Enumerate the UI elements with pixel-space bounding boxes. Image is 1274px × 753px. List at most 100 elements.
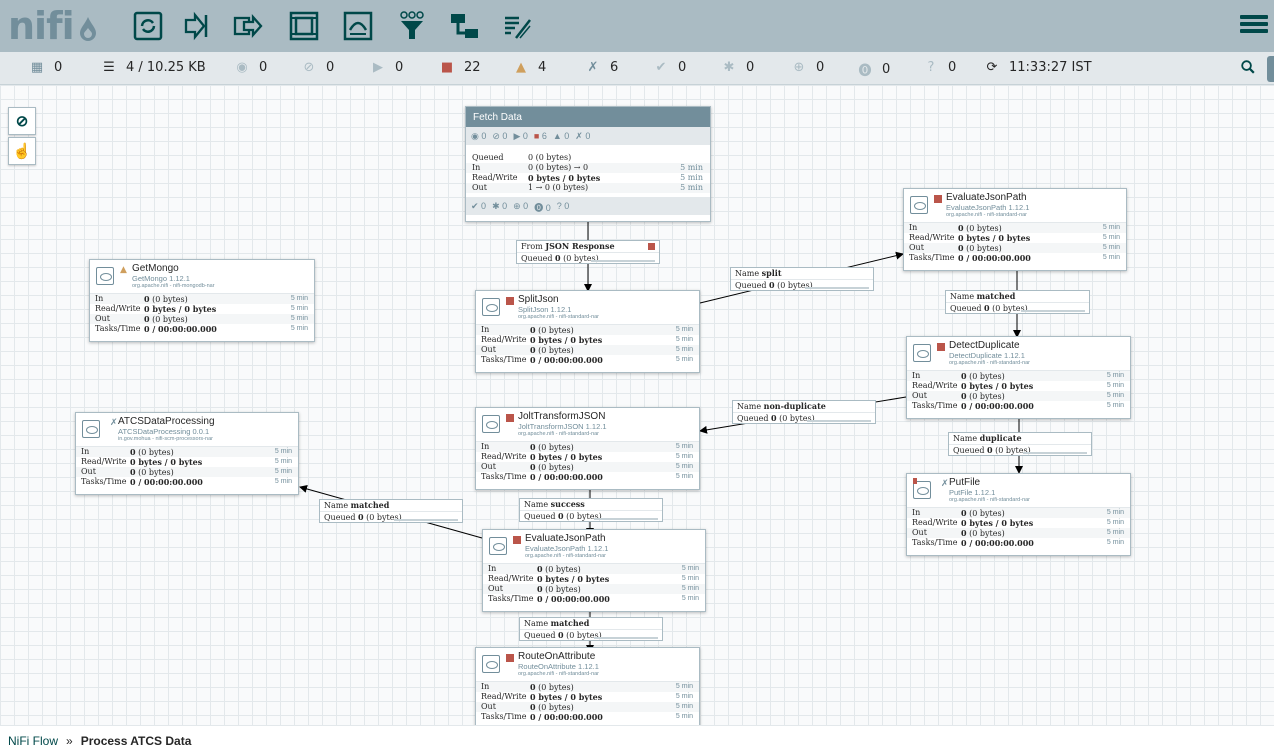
disabled-status: ✗ 6 <box>584 60 619 75</box>
transmitting-status: ▦ 0 <box>28 60 62 75</box>
breadcrumb-root-link[interactable]: NiFi Flow <box>8 734 58 748</box>
stop-icon <box>506 414 514 422</box>
pg-modified-stale-count: ⓿ 0 <box>534 203 551 213</box>
process-group-tool-icon[interactable] <box>286 8 322 44</box>
processor-evaluatejsonpath-top[interactable]: EvaluateJsonPath EvaluateJsonPath 1.12.1 o… <box>903 188 1127 271</box>
flow-canvas[interactable]: ⊘ ☝ Fetch Data ◉ 0 ⊘ 0 ▶ 0 ■ 6 ▲ 0 ✗ 0 Q… <box>0 85 1274 725</box>
breadcrumb: NiFi Flow » Process ATCS Data <box>0 725 1274 753</box>
connection-split[interactable]: Name split Queued 0 (0 bytes) <box>730 267 874 291</box>
pg-modified-count: ✱ 0 <box>492 201 508 211</box>
not-transmitting-icon: ⊘ <box>303 60 315 75</box>
processor-icon <box>82 420 100 438</box>
pg-read-write-row: Read/Write 0 bytes / 0 bytes 5 min <box>472 173 703 183</box>
connection-matched-top[interactable]: Name matched Queued 0 (0 bytes) <box>945 290 1090 314</box>
process-group-status-bar: ◉ 0 ⊘ 0 ▶ 0 ■ 6 ▲ 0 ✗ 0 <box>466 127 710 145</box>
search-drawer-edge[interactable] <box>1267 56 1274 82</box>
stale-icon: ⊕ <box>793 60 805 75</box>
processor-atcsdataprocessing[interactable]: ✗ ATCSDataProcessing ATCSDataProcessing 0.… <box>75 412 299 495</box>
cluster-grid-icon: ▦ <box>30 60 44 75</box>
pg-up-to-date-count: ✔ 0 <box>471 201 487 211</box>
pg-sync-failure-count: ? 0 <box>556 201 570 211</box>
stale-status: ⊕ 0 <box>790 60 825 75</box>
pg-queued-row: Queued 0 (0 bytes) <box>472 153 572 162</box>
question-icon: ? <box>927 60 935 75</box>
stop-icon <box>934 195 942 203</box>
disabled-icon: ✗ <box>110 418 118 428</box>
navigate-compass-icon[interactable]: ⊘ <box>8 107 36 135</box>
top-header: nifi <box>0 0 1274 52</box>
connection-matched-bottom[interactable]: Name matched Queued 0 (0 bytes) <box>519 617 663 641</box>
stopped-status: ■ 22 <box>438 60 481 75</box>
modified-stale-status: ⓿0 <box>856 60 890 79</box>
list-icon: ☰ <box>103 60 115 75</box>
refresh-icon[interactable]: ⟳ <box>983 60 1001 75</box>
output-port-tool-icon[interactable] <box>230 8 266 44</box>
processor-getmongo[interactable]: ▲ GetMongo GetMongo 1.12.1 org.apache.nifi … <box>89 259 315 342</box>
processor-icon <box>482 655 500 673</box>
processor-icon <box>482 298 500 316</box>
processor-jolttransformjson[interactable]: JoltTransformJSON JoltTransformJSON 1.12.… <box>475 407 700 490</box>
queued-status: ☰ 4 / 10.25 KB <box>100 60 206 75</box>
asterisk-icon: ✱ <box>723 60 735 75</box>
check-icon: ✔ <box>655 60 667 75</box>
transmitting-remote-status: ◉ 0 <box>233 60 267 75</box>
search-icon[interactable] <box>1240 59 1262 81</box>
connection-non-duplicate[interactable]: Name non-duplicate Queued 0 (0 bytes) <box>732 400 876 424</box>
processor-detectduplicate[interactable]: DetectDuplicate DetectDuplicate 1.12.1 org… <box>906 336 1131 419</box>
warning-icon: ▲ <box>516 60 526 75</box>
connection-json-response[interactable]: From JSON Response Queued 0 (0 bytes) <box>516 240 660 264</box>
operate-hand-icon[interactable]: ☝ <box>8 137 36 165</box>
funnel-tool-icon[interactable] <box>394 8 430 44</box>
processor-putfile[interactable]: ✗ PutFile PutFile 1.12.1 org.apache.nifi - … <box>906 473 1131 556</box>
breadcrumb-current: Process ATCS Data <box>80 734 192 748</box>
processor-splitjson[interactable]: SplitJson SplitJson 1.12.1 org.apache.nifi… <box>475 290 700 373</box>
connection-matched-left[interactable]: Name matched Queued 0 (0 bytes) <box>319 499 463 523</box>
processor-icon <box>913 344 931 362</box>
up-to-date-status: ✔ 0 <box>652 60 687 75</box>
stop-icon <box>506 654 514 662</box>
processor-icon <box>910 196 928 214</box>
flow-status-bar: ▦ 0 ☰ 4 / 10.25 KB ◉ 0 ⊘ 0 ▶ 0 ■ 22 ▲ 4 ✗ 6 ✔ 0 ✱… <box>0 52 1274 85</box>
disabled-icon: ✗ <box>587 60 599 75</box>
label-tool-icon[interactable] <box>500 8 536 44</box>
breadcrumb-separator: » <box>66 734 73 748</box>
stop-icon <box>506 297 514 305</box>
running-status: ▶ 0 <box>369 60 403 75</box>
transmitting-icon: ◉ <box>236 60 248 75</box>
processor-icon <box>482 415 500 433</box>
last-refresh-status[interactable]: ⟳ 11:33:27 IST <box>983 60 1092 75</box>
processor-evaluatejsonpath-bottom[interactable]: EvaluateJsonPath EvaluateJsonPath 1.12.1 o… <box>482 529 706 612</box>
pg-running-count: ▶ 0 <box>513 131 528 141</box>
stop-icon <box>648 243 655 250</box>
global-menu-icon[interactable] <box>1240 12 1268 40</box>
processor-tool-icon[interactable] <box>130 8 166 44</box>
input-port-tool-icon[interactable] <box>180 8 216 44</box>
stop-icon <box>937 343 945 351</box>
disabled-icon: ✗ <box>941 479 949 489</box>
pg-out-row: Out 1 → 0 (0 bytes) 5 min <box>466 183 710 193</box>
bulletin-icon[interactable] <box>913 478 917 484</box>
template-tool-icon[interactable] <box>446 8 482 44</box>
nifi-app: nifi ▦ 0 ☰ 4 / 10.25 KB ◉ 0 ⊘ 0 ▶ 0 ■ 22 ▲ 4 ✗ 6… <box>0 0 1274 753</box>
process-group-fetch-data[interactable]: Fetch Data ◉ 0 ⊘ 0 ▶ 0 ■ 6 ▲ 0 ✗ 0 Queue… <box>465 106 711 222</box>
not-transmitting-remote-status: ⊘ 0 <box>300 60 335 75</box>
connection-success[interactable]: Name success Queued 0 (0 bytes) <box>519 498 663 522</box>
warning-icon: ▲ <box>120 265 127 275</box>
remote-process-group-tool-icon[interactable] <box>340 8 376 44</box>
locally-modified-status: ✱ 0 <box>720 60 755 75</box>
stop-icon: ■ <box>440 60 454 75</box>
processor-routeonattribute[interactable]: RouteOnAttribute RouteOnAttribute 1.12.1 o… <box>475 647 700 725</box>
pg-version-bar: ✔ 0 ✱ 0 ⊕ 0 ⓿ 0 ? 0 <box>466 197 710 215</box>
nifi-logo: nifi <box>8 4 99 48</box>
sync-failure-status: ? 0 <box>922 60 957 75</box>
invalid-status: ▲ 4 <box>512 60 546 75</box>
process-group-name: Fetch Data <box>466 107 710 127</box>
nifi-drop-icon <box>79 16 96 41</box>
connection-duplicate[interactable]: Name duplicate Queued 0 (0 bytes) <box>948 432 1092 456</box>
pg-invalid-count: ▲ 0 <box>552 131 570 141</box>
processor-icon <box>489 537 507 555</box>
pg-stopped-count: ■ 6 <box>533 131 547 141</box>
play-icon: ▶ <box>373 60 383 75</box>
pg-transmitting-count: ◉ 0 <box>471 131 487 141</box>
processor-icon <box>96 267 114 285</box>
